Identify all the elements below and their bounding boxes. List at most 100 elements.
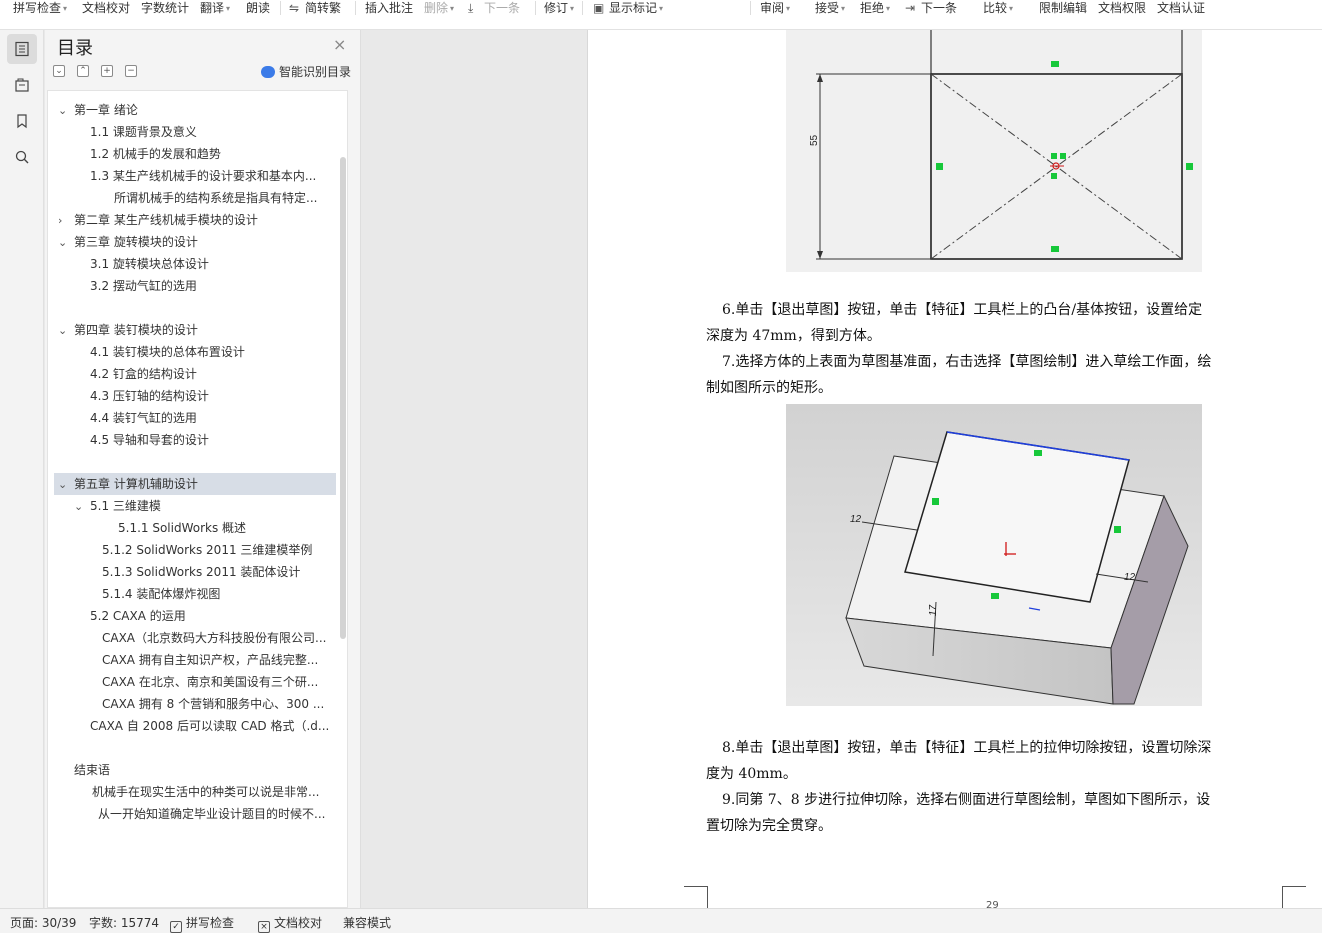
- toc-item[interactable]: 1.1 课题背景及意义: [90, 121, 336, 143]
- chevron-down-icon[interactable]: ⌄: [58, 474, 70, 495]
- toc-item[interactable]: 4.3 压钉轴的结构设计: [90, 385, 336, 407]
- toc-item[interactable]: › 第二章 某生产线机械手模块的设计: [58, 209, 336, 231]
- toc-item[interactable]: 4.5 导轴和导套的设计: [90, 429, 336, 451]
- toolbar-button-2[interactable]: 字数统计: [141, 0, 189, 16]
- add-heading-icon[interactable]: +: [101, 65, 113, 77]
- toc-item-label: CAXA 拥有自主知识产权，产品线完整...: [102, 653, 319, 667]
- toc-item[interactable]: ⌄ 第一章 绪论: [58, 99, 336, 121]
- search-icon[interactable]: [7, 142, 37, 172]
- word-count[interactable]: 字数: 15774: [89, 914, 159, 931]
- toolbar-button-14[interactable]: ⇥ 下一条: [905, 0, 957, 16]
- toolbar-button-13[interactable]: 拒绝 ▾: [860, 0, 890, 16]
- toolbar-button-17[interactable]: 文档权限: [1098, 0, 1146, 16]
- toolbar-button-11[interactable]: 审阅 ▾: [760, 0, 790, 16]
- chevron-right-icon[interactable]: ›: [58, 210, 70, 231]
- toolbar-button-18[interactable]: 文档认证: [1157, 0, 1205, 16]
- toc-item[interactable]: CAXA（北京数码大方科技股份有限公司...: [102, 627, 336, 649]
- toolbar-button-10[interactable]: ▣ 显示标记 ▾: [593, 0, 663, 16]
- document-page[interactable]: 55 6.单击【退出草图】按钮，单击【特征】工具栏上的凸台/基体按钮，设置给定 …: [587, 30, 1322, 911]
- toc-item[interactable]: 所谓机械手的结构系统是指具有特定...: [114, 187, 336, 209]
- chevron-down-icon[interactable]: ⌄: [58, 232, 70, 253]
- dimension-12-left-label: 12: [850, 514, 862, 525]
- collapse-all-icon[interactable]: ⌄: [53, 65, 65, 77]
- bookmark-icon[interactable]: [7, 106, 37, 136]
- toc-item[interactable]: CAXA 拥有自主知识产权，产品线完整...: [102, 649, 336, 671]
- toc-item[interactable]: 机械手在现实生活中的种类可以说是非常...: [92, 781, 336, 803]
- toc-item[interactable]: 从一开始知道确定毕业设计题目的时候不...: [98, 803, 336, 825]
- toolbar-button-8[interactable]: ⤓ 下一条: [468, 0, 520, 16]
- page-corner-right: [1282, 886, 1306, 908]
- toc-item[interactable]: 4.2 钉盒的结构设计: [90, 363, 336, 385]
- toc-item[interactable]: ⌄ 第三章 旋转模块的设计: [58, 231, 336, 253]
- toolbar-button-label: 简转繁: [305, 1, 342, 15]
- toolbar-button-3[interactable]: 翻译 ▾: [200, 0, 230, 16]
- close-icon[interactable]: ×: [333, 35, 346, 54]
- toolbar-button-label: 接受: [815, 1, 840, 15]
- outline-icon[interactable]: [7, 70, 37, 100]
- toolbar-button-label: 拒绝: [860, 1, 885, 15]
- toc-item-label: 1.1 课题背景及意义: [90, 125, 197, 139]
- toc-item[interactable]: 结束语: [74, 759, 336, 781]
- toc-item[interactable]: CAXA 自 2008 后可以读取 CAD 格式（.d...: [90, 715, 336, 737]
- chevron-down-icon: ▾: [886, 4, 891, 13]
- paragraph-step6-line1: 6.单击【退出草图】按钮，单击【特征】工具栏上的凸台/基体按钮，设置给定: [722, 302, 1203, 318]
- toolbar-button-1[interactable]: 文档校对: [82, 0, 130, 16]
- toc-item-label: CAXA 在北京、南京和美国设有三个研...: [102, 675, 319, 689]
- smart-toc-button[interactable]: 智能识别目录: [261, 63, 351, 80]
- toc-item[interactable]: ⌄ 第四章 装钉模块的设计: [58, 319, 336, 341]
- chevron-down-icon[interactable]: ⌄: [58, 100, 70, 121]
- toolbar-button-12[interactable]: 接受 ▾: [815, 0, 845, 16]
- toc-item[interactable]: ⌄ 第五章 计算机辅助设计: [54, 473, 336, 495]
- toc-item[interactable]: 1.2 机械手的发展和趋势: [90, 143, 336, 165]
- convert-icon: ⇋: [289, 1, 300, 15]
- remove-heading-icon[interactable]: −: [125, 65, 137, 77]
- sketch-figure-block: 12 12 17: [786, 404, 1202, 706]
- toc-scrollbar[interactable]: [340, 157, 346, 639]
- toolbar-button-6[interactable]: 插入批注: [365, 0, 413, 16]
- toolbar-button-0[interactable]: 拼写检查 ▾: [13, 0, 67, 16]
- chevron-down-icon[interactable]: ⌄: [74, 496, 86, 517]
- toolbar-button-label: 拼写检查: [13, 1, 62, 15]
- toc-item[interactable]: ⌄ 5.1 三维建模: [74, 495, 336, 517]
- toc-item-label: 5.1.3 SolidWorks 2011 装配体设计: [102, 565, 301, 579]
- toc-item[interactable]: 3.2 摆动气缸的选用: [90, 275, 336, 297]
- toolbar-button-15[interactable]: 比较 ▾: [983, 0, 1013, 16]
- toolbar-button-4[interactable]: 朗读: [246, 0, 270, 16]
- toc-item[interactable]: 4.4 装钉气缸的选用: [90, 407, 336, 429]
- toc-item[interactable]: 3.1 旋转模块总体设计: [90, 253, 336, 275]
- toc-item-label: 4.3 压钉轴的结构设计: [90, 389, 209, 403]
- paragraph-step8-line2: 度为 40mm。: [706, 766, 797, 782]
- toc-item[interactable]: CAXA 在北京、南京和美国设有三个研...: [102, 671, 336, 693]
- toc-item-label: 1.2 机械手的发展和趋势: [90, 147, 221, 161]
- toc-item[interactable]: 5.1.1 SolidWorks 概述: [118, 517, 336, 539]
- toc-icon[interactable]: [7, 34, 37, 64]
- toc-item-label: 5.1 三维建模: [90, 499, 161, 513]
- toc-item[interactable]: 5.1.3 SolidWorks 2011 装配体设计: [102, 561, 336, 583]
- proofread-label: 文档校对: [274, 916, 323, 930]
- toc-item-label: 第四章 装钉模块的设计: [74, 323, 198, 337]
- toc-item-label: 机械手在现实生活中的种类可以说是非常...: [92, 785, 320, 799]
- page-count[interactable]: 页面: 30/39: [10, 914, 76, 931]
- toc-item-label: 4.2 钉盒的结构设计: [90, 367, 197, 381]
- toc-panel: 目录 × ⌄ ⌃ + − 智能识别目录 ⌄ 第一章 绪论 1.1 课题背景及意义 1.…: [45, 30, 361, 908]
- toc-item[interactable]: 4.1 装钉模块的总体布置设计: [90, 341, 336, 363]
- toolbar-button-5[interactable]: ⇋ 简转繁: [289, 0, 341, 16]
- toolbar-separator: [355, 1, 356, 15]
- toc-item[interactable]: 5.1.2 SolidWorks 2011 三维建模举例: [102, 539, 336, 561]
- toc-item[interactable]: 5.2 CAXA 的运用: [90, 605, 336, 627]
- proofread-status[interactable]: × 文档校对: [258, 914, 322, 933]
- toc-item[interactable]: 5.1.4 装配体爆炸视图: [102, 583, 336, 605]
- chevron-down-icon[interactable]: ⌄: [58, 320, 70, 341]
- toc-item[interactable]: 1.3 某生产线机械手的设计要求和基本内...: [90, 165, 336, 187]
- spell-check-status[interactable]: ✓ 拼写检查: [170, 914, 234, 933]
- toolbar-button-label: 翻译: [200, 1, 225, 15]
- toc-item[interactable]: CAXA 拥有 8 个营销和服务中心、300 ...: [102, 693, 336, 715]
- toolbar-button-label: 比较: [983, 1, 1008, 15]
- navigation-icon-bar: [0, 30, 44, 908]
- expand-all-icon[interactable]: ⌃: [77, 65, 89, 77]
- toc-item-label: 4.5 导轴和导套的设计: [90, 433, 209, 447]
- toolbar-button-label: 显示标记: [609, 1, 658, 15]
- toolbar-button-7[interactable]: 删除 ▾: [424, 0, 454, 16]
- toolbar-button-16[interactable]: 限制编辑: [1039, 0, 1087, 16]
- toolbar-button-9[interactable]: 修订 ▾: [544, 0, 574, 16]
